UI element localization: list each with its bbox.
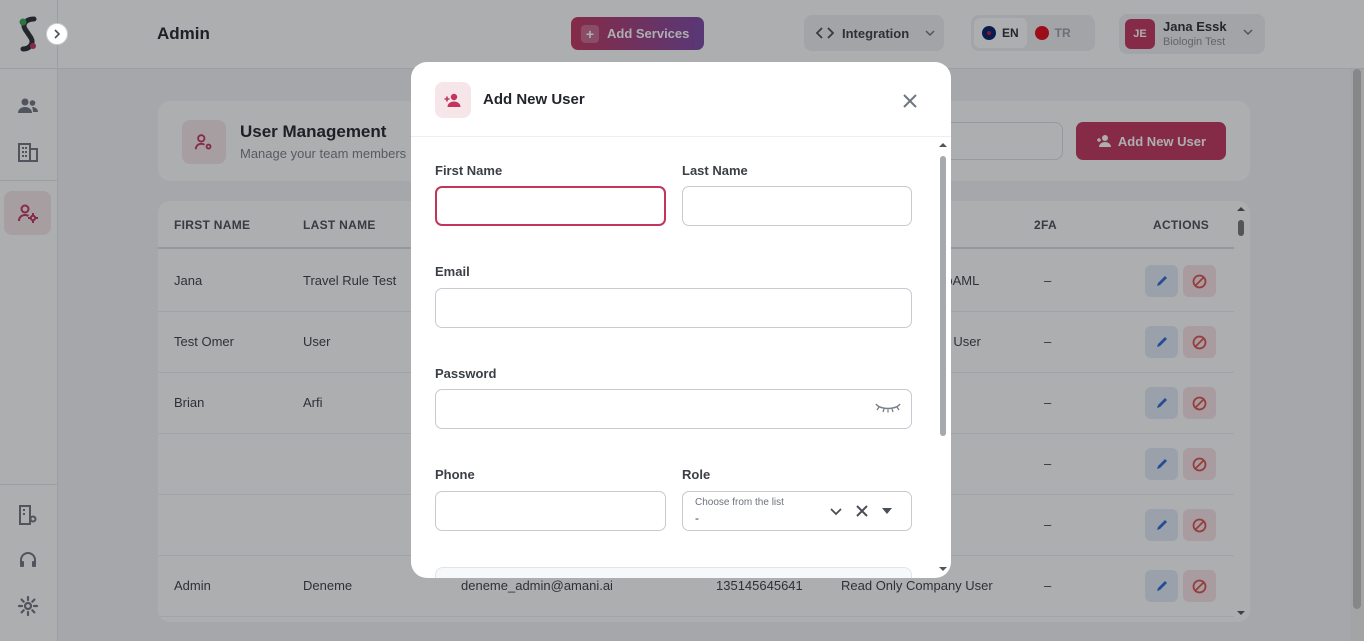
email-field[interactable] [435,288,912,328]
dialog-title: Add New User [483,91,585,108]
last-name-label: Last Name [682,163,748,178]
add-user-dialog: Add New User First Name Last Name Email … [411,62,951,578]
phone-label: Phone [435,467,475,482]
first-name-field[interactable] [435,186,666,226]
email-label: Email [435,264,470,279]
add-user-icon [435,82,471,118]
last-name-field[interactable] [682,186,912,226]
dialog-header: Add New User [411,62,951,137]
role-value: - [695,511,699,525]
close-button[interactable] [898,89,922,113]
chevron-down-icon[interactable] [829,504,843,518]
password-label: Password [435,366,497,381]
chevron-right-icon [54,29,61,39]
dialog-scrollbar[interactable] [938,140,948,576]
eye-closed-icon[interactable] [875,401,901,415]
role-label: Role [682,467,711,482]
close-icon [903,94,917,108]
phone-field[interactable] [435,491,666,531]
scroll-down-icon[interactable] [938,564,948,574]
dialog-next-section [435,567,912,578]
scroll-up-icon[interactable] [938,140,948,150]
password-field[interactable] [435,389,912,429]
sidebar-expand-button[interactable] [46,23,68,45]
caret-down-icon[interactable] [881,506,893,516]
role-placeholder: Choose from the list [695,497,784,508]
role-select[interactable]: Choose from the list - [682,491,912,531]
clear-icon[interactable] [855,504,869,518]
first-name-label: First Name [435,163,503,178]
